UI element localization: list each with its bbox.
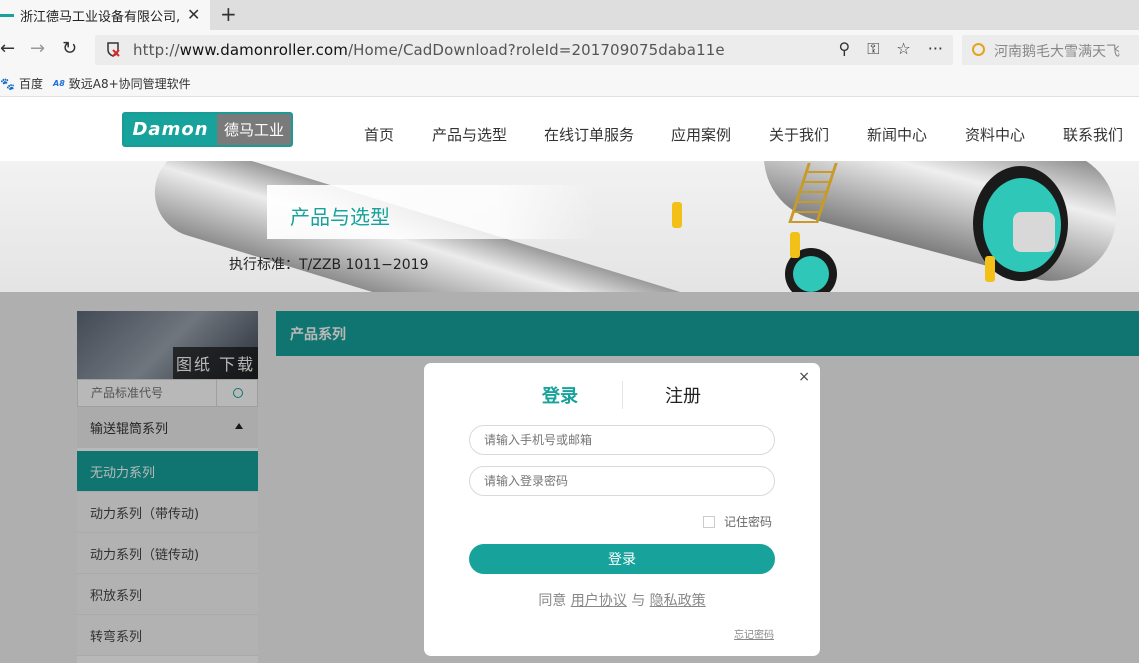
address-bar[interactable]: http://www.damonroller.com/Home/CadDownl… — [95, 35, 953, 65]
close-icon[interactable]: × — [798, 369, 810, 385]
remember-label: 记住密码 — [724, 515, 773, 529]
site-favicon-icon — [0, 13, 14, 17]
worker-figure — [672, 202, 682, 228]
baidu-paw-icon: 🐾 — [0, 76, 15, 91]
not-secure-icon[interactable] — [105, 41, 121, 57]
nav-online-order[interactable]: 在线订单服务 — [544, 124, 634, 145]
nav-home[interactable]: 首页 — [364, 124, 394, 145]
search-engine-icon — [972, 43, 985, 56]
site-logo[interactable]: Damon 德马工业 — [122, 112, 293, 147]
browser-search-box[interactable]: 河南鹅毛大雪满天飞 — [962, 35, 1139, 65]
forward-button[interactable]: → — [30, 38, 45, 59]
agreement-line: 同意 用户协议 与 隐私政策 — [424, 590, 820, 610]
roller-hub — [1013, 212, 1055, 252]
browser-tab-active[interactable]: 浙江德马工业设备有限公司, ( ✕ — [0, 0, 210, 30]
tab-divider — [622, 381, 623, 409]
close-tab-icon[interactable]: ✕ — [187, 5, 200, 24]
reload-button[interactable]: ↻ — [62, 38, 77, 59]
login-button[interactable]: 登录 — [469, 544, 775, 574]
privacy-policy-link[interactable]: 隐私政策 — [650, 593, 706, 609]
nav-contact[interactable]: 联系我们 — [1063, 124, 1123, 145]
nav-cases[interactable]: 应用案例 — [671, 124, 731, 145]
back-button[interactable]: ← — [0, 38, 15, 59]
zoom-icon[interactable]: ⚲ — [838, 39, 850, 59]
search-suggestion[interactable]: 河南鹅毛大雪满天飞 — [994, 41, 1120, 61]
bookmark-seeyon[interactable]: A8 致远A8+协同管理软件 — [53, 75, 191, 92]
tab-title: 浙江德马工业设备有限公司, ( — [20, 9, 180, 25]
site-header: Damon 德马工业 首页 产品与选型 在线订单服务 应用案例 关于我们 新闻中… — [0, 97, 1139, 161]
address-actions: ⚲ ⚿ ☆ ··· — [838, 39, 943, 59]
remember-checkbox[interactable] — [703, 515, 715, 528]
bookmarks-bar: 🐾 百度 A8 致远A8+协同管理软件 — [0, 70, 1139, 97]
logo-damon: Damon — [124, 114, 217, 145]
browser-tab-bar: 浙江德马工业设备有限公司, ( ✕ + — [0, 0, 1139, 30]
banner-title: 产品与选型 — [290, 205, 390, 229]
phone-email-input[interactable] — [469, 425, 775, 455]
user-agreement-link[interactable]: 用户协议 — [571, 593, 627, 609]
login-modal: × 登录 注册 记住密码 登录 同意 用户协议 与 隐私政策 忘记密码 — [424, 363, 820, 656]
worker-figure — [985, 256, 995, 282]
nav-resources[interactable]: 资料中心 — [965, 124, 1025, 145]
logo-chinese: 德马工业 — [217, 114, 291, 145]
remember-password[interactable]: 记住密码 — [703, 513, 772, 530]
banner-standard: 执行标准：T/ZZB 1011−2019 — [229, 257, 429, 273]
forgot-password-link[interactable]: 忘记密码 — [734, 626, 774, 641]
a8-logo-icon: A8 — [53, 79, 65, 88]
browser-toolbar: ← → ↻ http://www.damonroller.com/Home/Ca… — [0, 30, 1139, 70]
worker-figure — [790, 232, 800, 258]
agree-prefix: 同意 — [538, 593, 567, 609]
roller-end-cap-teal — [793, 256, 829, 292]
bookmark-baidu[interactable]: 🐾 百度 — [0, 75, 43, 92]
password-input[interactable] — [469, 466, 775, 496]
agree-and: 与 — [631, 593, 646, 609]
nav-products[interactable]: 产品与选型 — [432, 124, 507, 145]
nav-news[interactable]: 新闻中心 — [867, 124, 927, 145]
tab-login[interactable]: 登录 — [542, 382, 578, 408]
new-tab-button[interactable]: + — [220, 2, 237, 26]
more-icon[interactable]: ··· — [928, 39, 943, 59]
bookmark-label: 致远A8+协同管理软件 — [68, 77, 191, 91]
key-icon[interactable]: ⚿ — [867, 39, 879, 59]
bookmark-label: 百度 — [18, 77, 43, 91]
favorite-star-icon[interactable]: ☆ — [896, 39, 910, 59]
nav-about[interactable]: 关于我们 — [769, 124, 829, 145]
address-url[interactable]: http://www.damonroller.com/Home/CadDownl… — [133, 41, 725, 59]
tab-register[interactable]: 注册 — [665, 382, 701, 408]
